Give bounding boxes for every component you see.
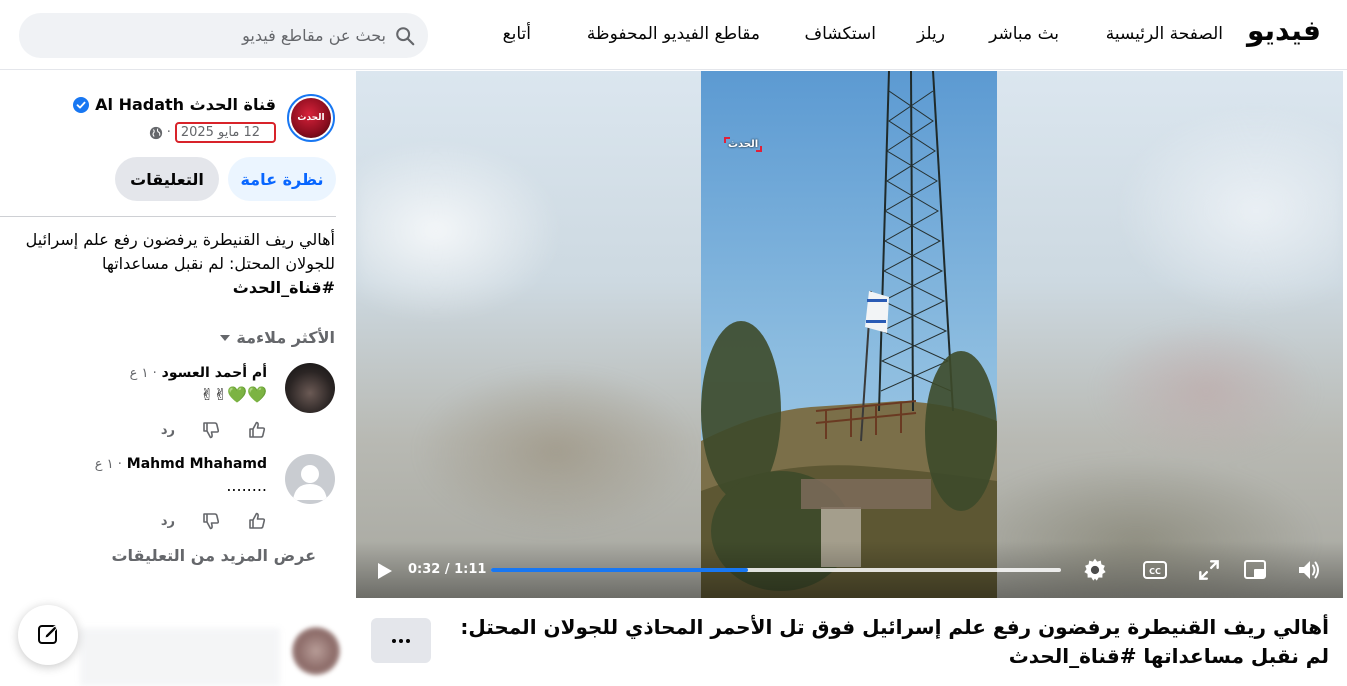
progress-bar[interactable] [491, 568, 1061, 572]
volume-icon[interactable] [1296, 557, 1322, 583]
meta-separator: · [166, 125, 171, 140]
post-description: أهالي ريف القنيطرة يرفضون رفع علم إسرائي… [0, 228, 335, 300]
avatar[interactable] [292, 627, 340, 675]
comment-actions: رد [161, 420, 267, 440]
progress-fill [491, 568, 748, 572]
more-horizontal-icon [392, 638, 410, 643]
search-input[interactable] [46, 13, 386, 58]
channel-watermark: الحدث [723, 137, 763, 152]
player-controls: 0:32 / 1:11 CC [356, 541, 1343, 598]
time-display: 0:32 / 1:11 [408, 562, 487, 577]
avatar[interactable] [285, 454, 335, 504]
video-frame [701, 71, 997, 598]
description-line: للجولان المحتل: لم نقبل مساعداتها [101, 254, 335, 273]
page-name-row: قناة الحدث Al Hadath [73, 95, 276, 114]
comment-author[interactable]: Mahmd Mhahamd [127, 456, 267, 472]
comment-text: ........ [226, 476, 267, 495]
blurred-comment-composer [80, 628, 280, 686]
verified-badge-icon [73, 96, 90, 113]
sort-label: الأكثر ملاءمة [236, 328, 335, 347]
tab-overview[interactable]: نظرة عامة [228, 157, 336, 201]
comment-author[interactable]: أم أحمد العسود [162, 365, 267, 381]
compose-icon [38, 625, 57, 644]
divider [0, 216, 336, 217]
nav-home[interactable]: الصفحة الرئيسية [1106, 24, 1223, 44]
comment-text: 💚💚✌✌ [200, 385, 267, 404]
closed-captions-icon[interactable]: CC [1142, 557, 1168, 583]
search-box[interactable] [19, 13, 428, 58]
tab-comments[interactable]: التعليقات [115, 157, 219, 201]
video-title: أهالي ريف القنيطرة يرفضون رفع علم إسرائي… [460, 615, 1329, 668]
dislike-icon[interactable] [201, 420, 221, 440]
reply-button[interactable]: رد [161, 423, 175, 438]
chevron-down-icon [220, 334, 231, 341]
page-name[interactable]: قناة الحدث Al Hadath [95, 95, 276, 114]
fullscreen-icon[interactable] [1196, 557, 1222, 583]
page-brand-title: فيديو [1246, 14, 1321, 47]
hashtag-link[interactable]: #قناة_الحدث [0, 276, 335, 300]
post-meta: 12 مايو 2025 · [149, 122, 276, 143]
nav-live[interactable]: بث مباشر [989, 24, 1059, 44]
nav-following[interactable]: أتابع [503, 24, 531, 44]
default-avatar-icon [293, 465, 327, 500]
comment-header: Mahmd Mhahamd · ١ ع [95, 456, 267, 472]
description-line: أهالي ريف القنيطرة يرفضون رفع علم إسرائي… [25, 230, 335, 249]
video-player[interactable]: الحدث 0:32 / 1:11 CC [356, 71, 1343, 598]
nav-saved-videos[interactable]: مقاطع الفيديو المحفوظة [587, 24, 760, 44]
svg-text:CC: CC [1149, 567, 1161, 576]
comment-header: أم أحمد العسود · ١ ع [130, 365, 267, 381]
nav-reels[interactable]: ريلز [917, 24, 945, 44]
comment-time[interactable]: · ١ ع [130, 366, 157, 381]
globe-icon [149, 126, 162, 139]
picture-in-picture-icon[interactable] [1242, 557, 1268, 583]
like-icon[interactable] [247, 420, 267, 440]
reply-button[interactable]: رد [161, 514, 175, 529]
settings-icon[interactable] [1082, 557, 1108, 583]
post-date[interactable]: 12 مايو 2025 [174, 122, 276, 143]
dislike-icon[interactable] [201, 511, 221, 531]
play-icon[interactable] [374, 561, 394, 581]
page-avatar[interactable]: الحدث [287, 94, 335, 142]
search-icon [396, 27, 415, 46]
new-message-button[interactable] [18, 605, 78, 665]
page-avatar-logo: الحدث [291, 98, 331, 138]
post-sidebar: الحدث قناة الحدث Al Hadath 12 مايو 2025 … [0, 71, 356, 686]
like-icon[interactable] [247, 511, 267, 531]
avatar[interactable] [285, 363, 335, 413]
comment-item: أم أحمد العسود · ١ ع 💚💚✌✌ رد [0, 363, 335, 443]
more-options-button[interactable] [371, 618, 431, 663]
comment-item: Mahmd Mhahamd · ١ ع ........ رد [0, 454, 335, 534]
sort-dropdown[interactable]: الأكثر ملاءمة [220, 328, 335, 347]
comment-time[interactable]: · ١ ع [95, 457, 122, 472]
nav-explore[interactable]: استكشاف [805, 24, 876, 44]
top-bar: فيديو الصفحة الرئيسية بث مباشر ريلز استك… [0, 0, 1347, 70]
comment-actions: رد [161, 511, 267, 531]
view-more-comments-link[interactable]: عرض المزيد من التعليقات [111, 546, 316, 565]
